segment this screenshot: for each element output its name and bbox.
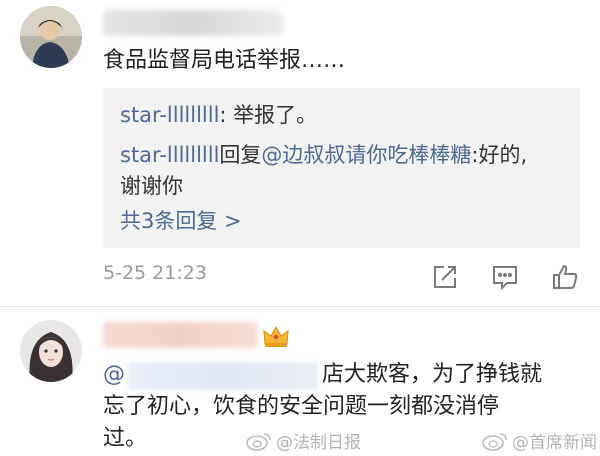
reply-text-continued: 谢谢你 — [120, 174, 183, 198]
reply-text: 举报了。 — [233, 103, 318, 127]
reply-mention[interactable]: @边叔叔请你吃棒棒糖 — [261, 143, 471, 167]
comment-text: 食品监督局电话举报…… — [103, 48, 346, 73]
avatar[interactable] — [20, 320, 82, 382]
weibo-icon — [482, 432, 507, 451]
like-icon[interactable] — [550, 262, 580, 292]
comment-text-line3: 过。 — [103, 426, 148, 451]
avatar[interactable] — [20, 6, 82, 68]
mention-at[interactable]: @ — [103, 362, 125, 387]
share-icon[interactable] — [430, 262, 460, 292]
reply-action: 回复 — [219, 143, 262, 167]
reply-box: star-lllllllll: 举报了。 star-lllllllll回复@边叔… — [103, 88, 580, 248]
username-blurred[interactable] — [103, 322, 258, 348]
watermark-1: @法制日报 — [246, 428, 361, 453]
more-replies-link[interactable]: 共3条回复 > — [120, 206, 242, 236]
timestamp: 5-25 21:23 — [103, 262, 207, 284]
watermark-text: @首席新闻 — [512, 433, 597, 453]
reply-separator: : — [471, 143, 479, 167]
comment-text-line2: 忘了初心，饮食的安全问题一刻都没消停 — [103, 394, 500, 419]
username-blurred[interactable] — [103, 10, 283, 36]
comment-icon[interactable] — [490, 262, 520, 292]
weibo-icon — [246, 432, 271, 451]
reply-item[interactable]: star-lllllllll: 举报了。 — [120, 100, 317, 130]
reply-username[interactable]: star-lllllllll — [120, 103, 219, 127]
comment-text-line1: @ — [103, 358, 125, 392]
reply-separator: : — [219, 103, 234, 127]
vip-crown-icon — [262, 324, 290, 348]
comment-divider — [0, 306, 600, 307]
mention-blurred[interactable] — [128, 362, 318, 390]
reply-text: 好的, — [478, 143, 528, 167]
reply-item[interactable]: star-lllllllll回复@边叔叔请你吃棒棒糖:好的, — [120, 140, 527, 170]
reply-username[interactable]: star-lllllllll — [120, 143, 219, 167]
watermark-text: @法制日报 — [276, 433, 361, 453]
watermark-2: @首席新闻 — [482, 428, 597, 453]
comment-text-line1-rest: 店大欺客，为了挣钱就 — [322, 362, 543, 387]
